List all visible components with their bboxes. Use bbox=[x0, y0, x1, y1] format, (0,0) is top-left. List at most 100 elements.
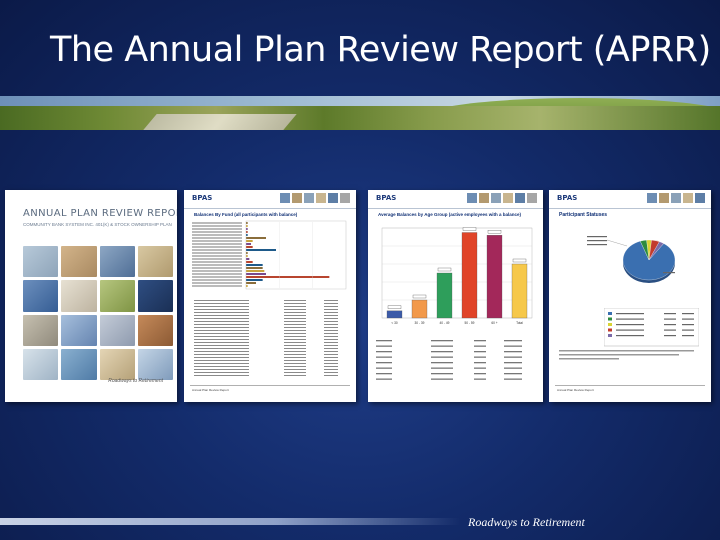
legend-count bbox=[664, 318, 676, 320]
table-row-value bbox=[284, 360, 306, 361]
table-row-percent bbox=[324, 357, 338, 358]
table-row-label bbox=[194, 300, 249, 301]
table-row-label bbox=[194, 312, 249, 313]
slide-title: The Annual Plan Review Report (APRR) bbox=[50, 30, 711, 70]
fund-label-line bbox=[192, 246, 242, 248]
table-row-count bbox=[474, 373, 486, 375]
fund-label-line bbox=[192, 255, 242, 257]
table-row-label bbox=[194, 336, 249, 337]
legend-label bbox=[616, 318, 644, 320]
table-row-value bbox=[284, 303, 306, 304]
table-row-label bbox=[376, 340, 392, 342]
table-row-value bbox=[284, 312, 306, 313]
fund-label-line bbox=[192, 222, 242, 224]
table-row-label bbox=[194, 345, 249, 346]
header-thumbnails bbox=[467, 193, 537, 203]
table-row-value bbox=[431, 362, 453, 364]
table-row-value bbox=[284, 369, 306, 370]
page-footer-text: Annual Plan Review Report bbox=[192, 388, 229, 392]
table-row-value bbox=[284, 354, 306, 355]
fund-label-line bbox=[192, 261, 242, 263]
table-row-label bbox=[194, 354, 249, 355]
pie-callout-label bbox=[587, 240, 607, 242]
x-tick-label: 40 - 49 bbox=[440, 321, 450, 325]
table-row-percent bbox=[324, 336, 338, 337]
fund-label-line bbox=[192, 258, 242, 260]
table-row-label bbox=[376, 356, 392, 358]
bar-data-label bbox=[437, 267, 452, 272]
legend-label bbox=[616, 335, 644, 337]
fund-bar bbox=[246, 273, 266, 275]
table-row-percent bbox=[324, 360, 338, 361]
legend-count bbox=[664, 324, 676, 326]
table-row-label bbox=[194, 324, 249, 325]
chart-plot-area bbox=[245, 220, 347, 290]
table-row-average bbox=[504, 340, 522, 342]
fund-bar bbox=[246, 222, 248, 224]
cover-footer: Roadways to Retirement bbox=[108, 378, 163, 384]
header-thumbnails bbox=[647, 193, 705, 203]
table-row-value bbox=[284, 315, 306, 316]
legend-count bbox=[664, 313, 676, 315]
fund-label-line bbox=[192, 282, 242, 284]
table-row-label bbox=[376, 345, 392, 347]
fund-bar bbox=[246, 285, 248, 287]
table-row-average bbox=[504, 373, 522, 375]
legend-swatch bbox=[608, 323, 612, 326]
pie-callout-label bbox=[587, 244, 607, 246]
table-row-value bbox=[284, 366, 306, 367]
table-row-value bbox=[284, 330, 306, 331]
table-row-percent bbox=[324, 345, 338, 346]
table-row-label bbox=[194, 348, 249, 349]
page-header: BPAS bbox=[368, 190, 543, 209]
legend-count bbox=[664, 335, 676, 337]
table-row-label bbox=[194, 363, 249, 364]
page-header: BPAS bbox=[549, 190, 711, 209]
table-row-percent bbox=[324, 375, 338, 376]
table-row-value bbox=[284, 372, 306, 373]
table-row-label bbox=[194, 306, 249, 307]
table-row-value bbox=[284, 336, 306, 337]
x-tick-label: < 30 bbox=[391, 321, 398, 325]
fund-label-line bbox=[192, 249, 242, 251]
table-row-value bbox=[431, 367, 453, 369]
table-row-count bbox=[474, 367, 486, 369]
bpas-logo: BPAS bbox=[376, 194, 397, 202]
table-row-value bbox=[431, 373, 453, 375]
table-row-label bbox=[194, 303, 249, 304]
balances-by-fund-chart bbox=[192, 220, 347, 290]
bottom-accent-bar bbox=[0, 518, 460, 525]
table-row-average bbox=[504, 362, 522, 364]
table-row-percent bbox=[324, 327, 338, 328]
pie-callout-label bbox=[587, 236, 607, 238]
table-row-percent bbox=[324, 369, 338, 370]
legend-percent bbox=[682, 335, 694, 337]
table-row-label bbox=[194, 330, 249, 331]
table-row-label bbox=[194, 360, 249, 361]
table-row-value bbox=[284, 363, 306, 364]
age-group-bar bbox=[461, 232, 478, 319]
table-row-label bbox=[194, 309, 249, 310]
page-title: Balances By Fund (all participants with … bbox=[194, 212, 298, 217]
status-note-lines bbox=[559, 350, 694, 360]
landscape-banner bbox=[0, 96, 720, 130]
fund-label-line bbox=[192, 234, 242, 236]
x-tick-label: 60 + bbox=[491, 321, 497, 325]
table-row-value bbox=[431, 345, 453, 347]
table-row-percent bbox=[324, 363, 338, 364]
table-row-percent bbox=[324, 333, 338, 334]
table-row-label bbox=[194, 369, 249, 370]
legend-swatch bbox=[608, 334, 612, 337]
table-row-label bbox=[194, 333, 249, 334]
bar-data-label bbox=[412, 294, 427, 299]
table-row-percent bbox=[324, 309, 338, 310]
table-row-percent bbox=[324, 306, 338, 307]
table-row-percent bbox=[324, 339, 338, 340]
fund-bar bbox=[246, 237, 266, 239]
page-footer: Annual Plan Review Report bbox=[190, 385, 350, 396]
table-row-value bbox=[284, 318, 306, 319]
table-row-label bbox=[194, 372, 249, 373]
fund-bar bbox=[246, 255, 248, 257]
table-row-percent bbox=[324, 321, 338, 322]
x-tick-label: 30 - 39 bbox=[415, 321, 425, 325]
